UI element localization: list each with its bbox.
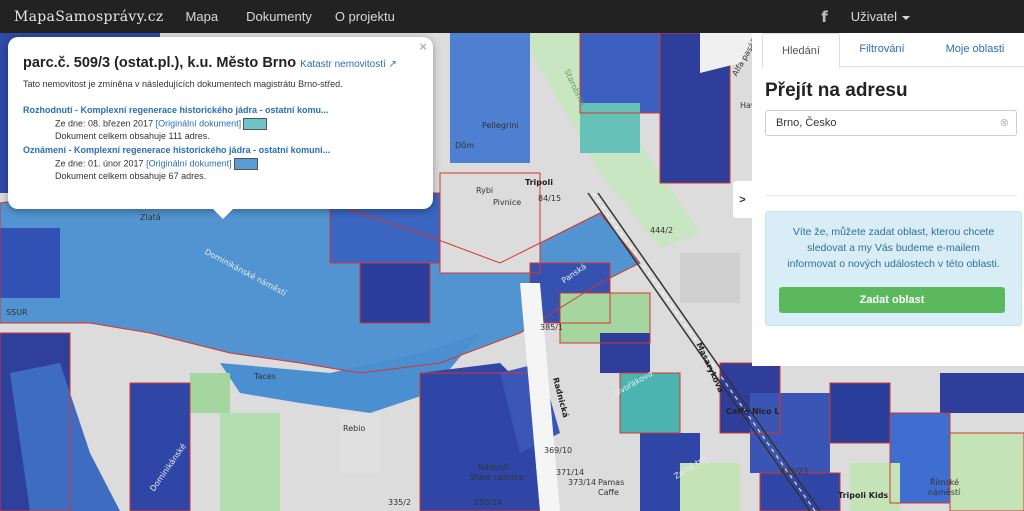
map-label: Taces [254, 372, 276, 381]
cadastre-link[interactable]: Katastr nemovitostí ↗ [300, 59, 397, 70]
map-label: SSUR [6, 308, 28, 317]
original-document-link[interactable]: [Originální dokument] [146, 158, 232, 168]
map-label: Rebio [343, 424, 366, 433]
document-date: Ze dne: 08. březen 2017 [Originální doku… [55, 118, 268, 130]
document-link[interactable]: Oznámení - Komplexní regenerace historic… [23, 145, 330, 155]
parcel [830, 383, 890, 443]
sidebar-panel: Hledání Filtrování Moje oblasti Přejít n… [752, 33, 1024, 366]
chevron-down-icon [902, 15, 910, 20]
parcel [220, 413, 280, 511]
parcel [340, 413, 380, 473]
document-count: Dokument celkem obsahuje 67 adres. [55, 171, 207, 181]
map-label: 433/23 [780, 467, 809, 476]
tab-hledani[interactable]: Hledání [762, 33, 840, 68]
map-label: 250/14 [474, 498, 503, 507]
map-label: Nádvoří [478, 463, 510, 472]
parcel [760, 473, 840, 511]
map-label: Staré radnice [470, 473, 524, 482]
address-search-value: Brno, Česko [776, 117, 837, 129]
top-navbar: MapaSamosprávy.cz Mapa Dokumenty O proje… [0, 0, 1024, 33]
map-label: 369/10 [544, 446, 573, 455]
info-text: Víte že, můžete zadat oblast, kterou chc… [787, 226, 1000, 270]
parcel [680, 253, 740, 303]
brand-logo[interactable]: MapaSamosprávy.cz [14, 9, 164, 25]
navbar-right: f Uživatel [821, 0, 1024, 33]
cadastre-link-label: Katastr nemovitostí [300, 59, 386, 70]
document-date-text: Ze dne: 08. březen 2017 [55, 118, 154, 129]
add-area-button[interactable]: Zadat oblast [779, 287, 1005, 313]
parcel [360, 263, 430, 323]
parcel [190, 373, 230, 413]
map-label: Římské [930, 478, 960, 487]
document-color-swatch [233, 158, 258, 170]
parcel [580, 103, 640, 153]
popup-subtitle: Tato nemovitost je zmíněna v následující… [23, 79, 343, 89]
sidebar-tabs: Hledání Filtrování Moje oblasti [762, 33, 1024, 68]
map-label: Tripoli Kids [838, 491, 889, 500]
map-label: Pellegrini [482, 121, 519, 130]
map-label: 371/14 [556, 468, 585, 477]
map-label: Pamas [598, 478, 625, 487]
map-label: Zlatá [140, 213, 161, 222]
tab-filtrovani[interactable]: Filtrování [838, 33, 926, 65]
map-label: 373/14 [568, 478, 597, 487]
document-count: Dokument celkem obsahuje 111 adres. [55, 131, 210, 141]
nav-item-dokumenty[interactable]: Dokumenty [246, 9, 312, 24]
parcel [950, 433, 1024, 511]
document-date: Ze dne: 01. únor 2017 [Originální dokume… [55, 158, 258, 170]
user-menu[interactable]: Uživatel [851, 9, 910, 24]
map-label: 444/2 [650, 226, 674, 235]
original-document-link[interactable]: [Originální dokument] [156, 118, 242, 128]
map-label: Tripoli [525, 178, 553, 187]
facebook-icon[interactable]: f [821, 8, 828, 26]
document-date-text: Ze dne: 01. únor 2017 [55, 158, 144, 169]
sidebar-toggle-button[interactable]: > [733, 181, 752, 218]
map-label: Rybi [476, 186, 494, 195]
map-label: 84/15 [538, 194, 562, 203]
clear-icon[interactable]: ⊗ [1000, 111, 1009, 135]
popup-title: parc.č. 509/3 (ostat.pl.), k.u. Město Br… [23, 55, 397, 71]
parcel [0, 228, 60, 298]
info-box: Víte že, můžete zadat oblast, kterou chc… [765, 211, 1022, 326]
address-heading: Přejít na adresu [765, 80, 908, 101]
document-color-swatch [243, 118, 268, 130]
map-label: 335/2 [388, 498, 412, 507]
parcel-title: parc.č. 509/3 (ostat.pl.), k.u. Město Br… [23, 55, 297, 71]
close-icon[interactable]: × [419, 39, 427, 54]
map-label: 385/1 [540, 323, 564, 332]
map-label: Caffe Nico L [726, 407, 780, 416]
document-link[interactable]: Rozhodnutí - Komplexní regenerace histor… [23, 105, 329, 115]
parcel [580, 33, 660, 113]
map-label: Dům [455, 141, 475, 150]
parcel-popup: × parc.č. 509/3 (ostat.pl.), k.u. Město … [8, 37, 433, 219]
map-label: Caffe [598, 488, 619, 497]
tab-moje-oblasti[interactable]: Moje oblasti [926, 33, 1024, 65]
nav-item-o-projektu[interactable]: O projektu [335, 9, 395, 24]
map-label: Pivnice [493, 198, 522, 207]
external-link-icon: ↗ [388, 59, 397, 70]
parcel [600, 333, 650, 373]
divider [765, 195, 1017, 196]
parcel [940, 373, 1024, 413]
parcel [850, 463, 900, 511]
user-menu-label: Uživatel [850, 9, 897, 24]
map-label: náměstí [928, 488, 961, 497]
nav-item-mapa[interactable]: Mapa [186, 9, 219, 24]
address-search-input[interactable]: Brno, Česko ⊗ [765, 110, 1017, 136]
